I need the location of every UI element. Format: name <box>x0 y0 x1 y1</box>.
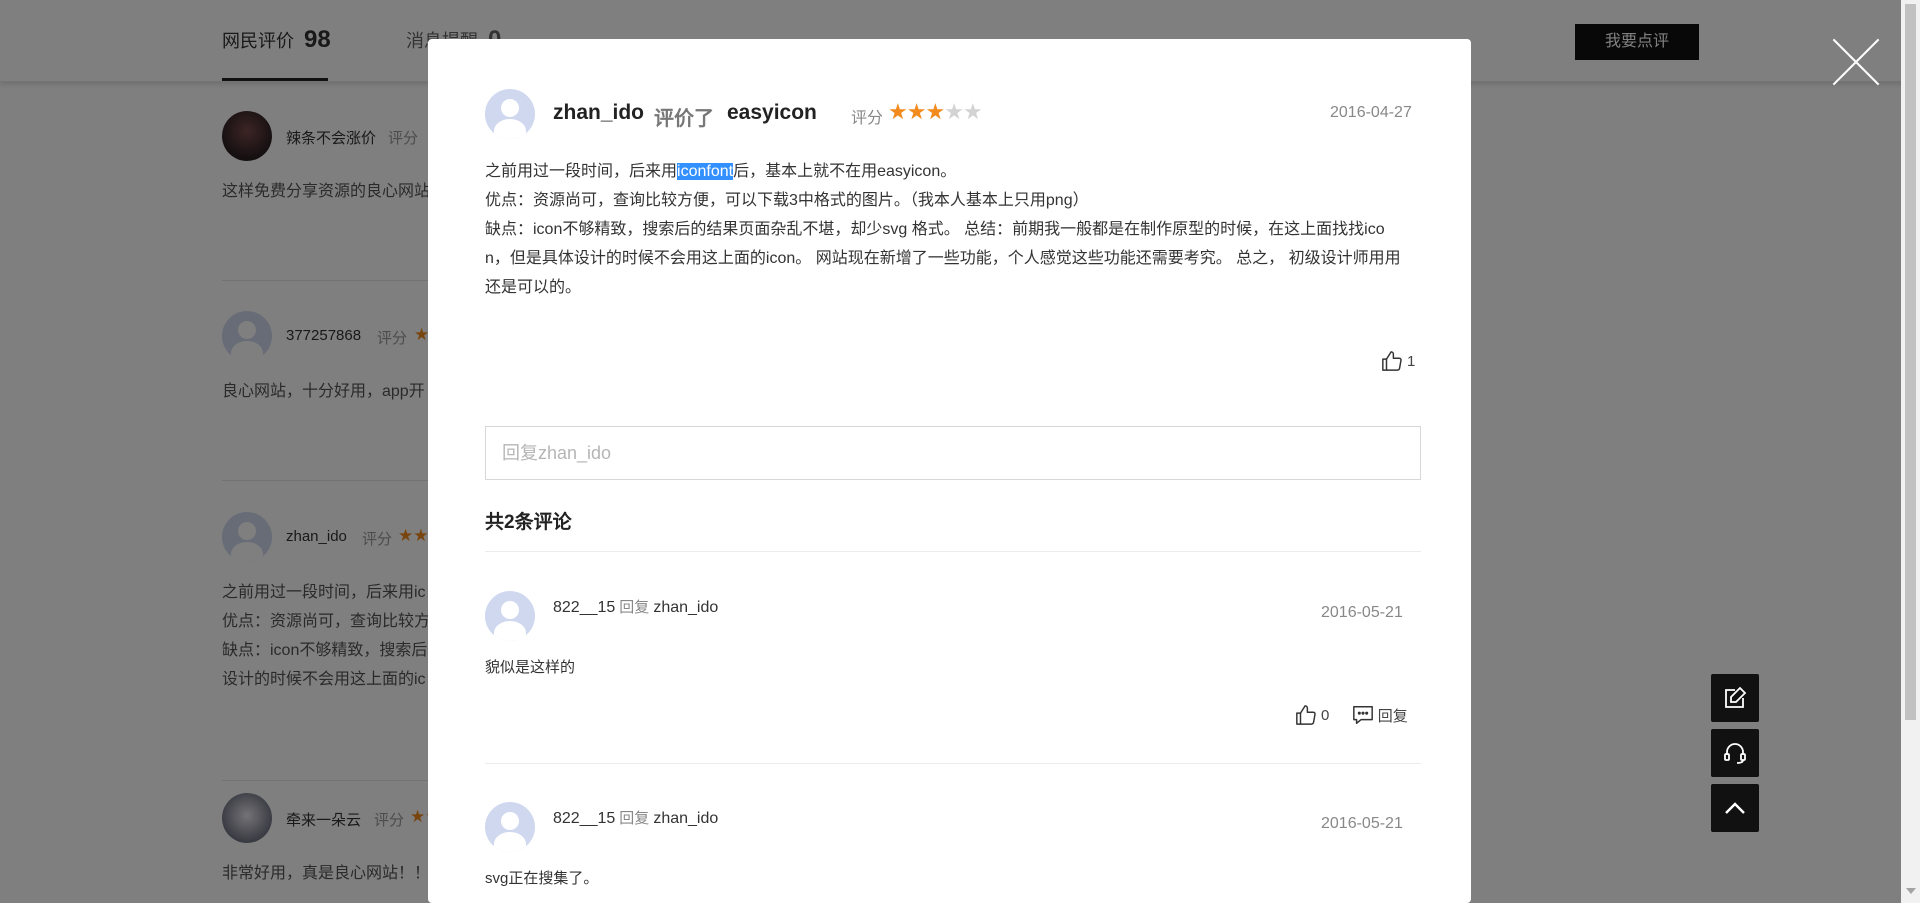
review-verb: 评价了 <box>654 108 714 130</box>
star-filled-icon: ★ <box>906 99 927 124</box>
review-line: 还是可以的。 <box>485 279 582 296</box>
review-target[interactable]: easyicon <box>727 101 817 125</box>
edit-icon <box>1725 686 1747 708</box>
star-empty-icon: ★ <box>962 99 983 124</box>
customer-service-float-button[interactable] <box>1711 729 1759 777</box>
comment-date: 2016-05-21 <box>1321 604 1403 621</box>
review-line: 优点：资源尚可，查询比较方便，可以下载3中格式的图片。（我本人基本上只用png） <box>485 192 1089 209</box>
score-label: 评分 <box>851 110 884 127</box>
avatar[interactable] <box>485 802 535 852</box>
arrow-up-icon <box>1725 802 1745 814</box>
reply-word: 回复 <box>619 599 650 616</box>
review-date: 2016-04-27 <box>1330 104 1412 121</box>
avatar[interactable] <box>485 591 535 641</box>
comment-header: 822__15 回复 zhan_ido <box>553 807 718 828</box>
comment-actions: 0 回复 <box>1295 704 1408 730</box>
comment-reply-to[interactable]: zhan_ido <box>653 810 718 827</box>
comment-like-count: 0 <box>1321 706 1330 724</box>
comment-user[interactable]: 822__15 <box>553 599 615 616</box>
divider <box>485 763 1421 764</box>
avatar[interactable] <box>485 89 535 139</box>
reply-label: 回复 <box>1377 707 1408 725</box>
review-line: 缺点：icon不够精致，搜索后的结果页面杂乱不堪，却少svg 格式。 总结：前期… <box>485 221 1385 238</box>
star-filled-icon: ★ <box>888 99 908 124</box>
headset-icon <box>1724 743 1746 764</box>
comment-text: svg正在搜集了。 <box>485 870 599 887</box>
star-filled-icon: ★ <box>925 99 945 124</box>
review-author[interactable]: zhan_ido <box>553 101 644 125</box>
text-segment: 后，基本上就不在用easyicon。 <box>733 163 957 180</box>
divider <box>485 551 1421 552</box>
selected-text: iconfont <box>677 163 734 180</box>
reply-input[interactable] <box>485 426 1421 480</box>
thumbs-up-icon <box>1296 705 1316 725</box>
review-line: n，但是具体设计的时候不会用这上面的icon。 网站现在新增了一些功能，个人感觉… <box>485 250 1401 267</box>
comment-text: 貌似是这样的 <box>485 659 576 676</box>
comment-user[interactable]: 822__15 <box>553 810 615 827</box>
review-line: 之前用过一段时间，后来用iconfont后，基本上就不在用easyicon。 <box>485 157 1425 186</box>
comment-like-button[interactable]: 0 <box>1295 704 1329 726</box>
text-segment: 之前用过一段时间，后来用 <box>485 163 678 180</box>
back-to-top-float-button[interactable] <box>1711 784 1759 832</box>
comment-icon <box>1352 706 1373 724</box>
comment-header: 822__15 回复 zhan_ido <box>553 596 718 617</box>
rating-stars: ★★★★★ <box>888 99 983 125</box>
like-button[interactable]: 1 <box>1381 350 1415 376</box>
scroll-down-icon[interactable] <box>1906 888 1916 894</box>
write-review-float-button[interactable] <box>1711 674 1759 722</box>
comments-title: 共2条评论 <box>485 512 572 533</box>
thumbs-up-icon <box>1382 351 1402 371</box>
close-icon[interactable] <box>1830 36 1882 88</box>
like-count: 1 <box>1407 352 1416 370</box>
page-scrollbar[interactable] <box>1901 0 1920 903</box>
comment-reply-to[interactable]: zhan_ido <box>653 599 718 616</box>
comment-date: 2016-05-21 <box>1321 815 1403 832</box>
review-body: 之前用过一段时间，后来用iconfont后，基本上就不在用easyicon。 优… <box>485 157 1425 302</box>
review-detail-modal: zhan_ido 评价了 easyicon 评分 ★★★★★ 2016-04-2… <box>428 39 1471 903</box>
reply-word: 回复 <box>619 810 650 827</box>
scrollbar-thumb[interactable] <box>1905 4 1916 720</box>
comment-reply-button[interactable]: 回复 <box>1352 704 1408 726</box>
star-empty-icon: ★ <box>944 99 964 124</box>
